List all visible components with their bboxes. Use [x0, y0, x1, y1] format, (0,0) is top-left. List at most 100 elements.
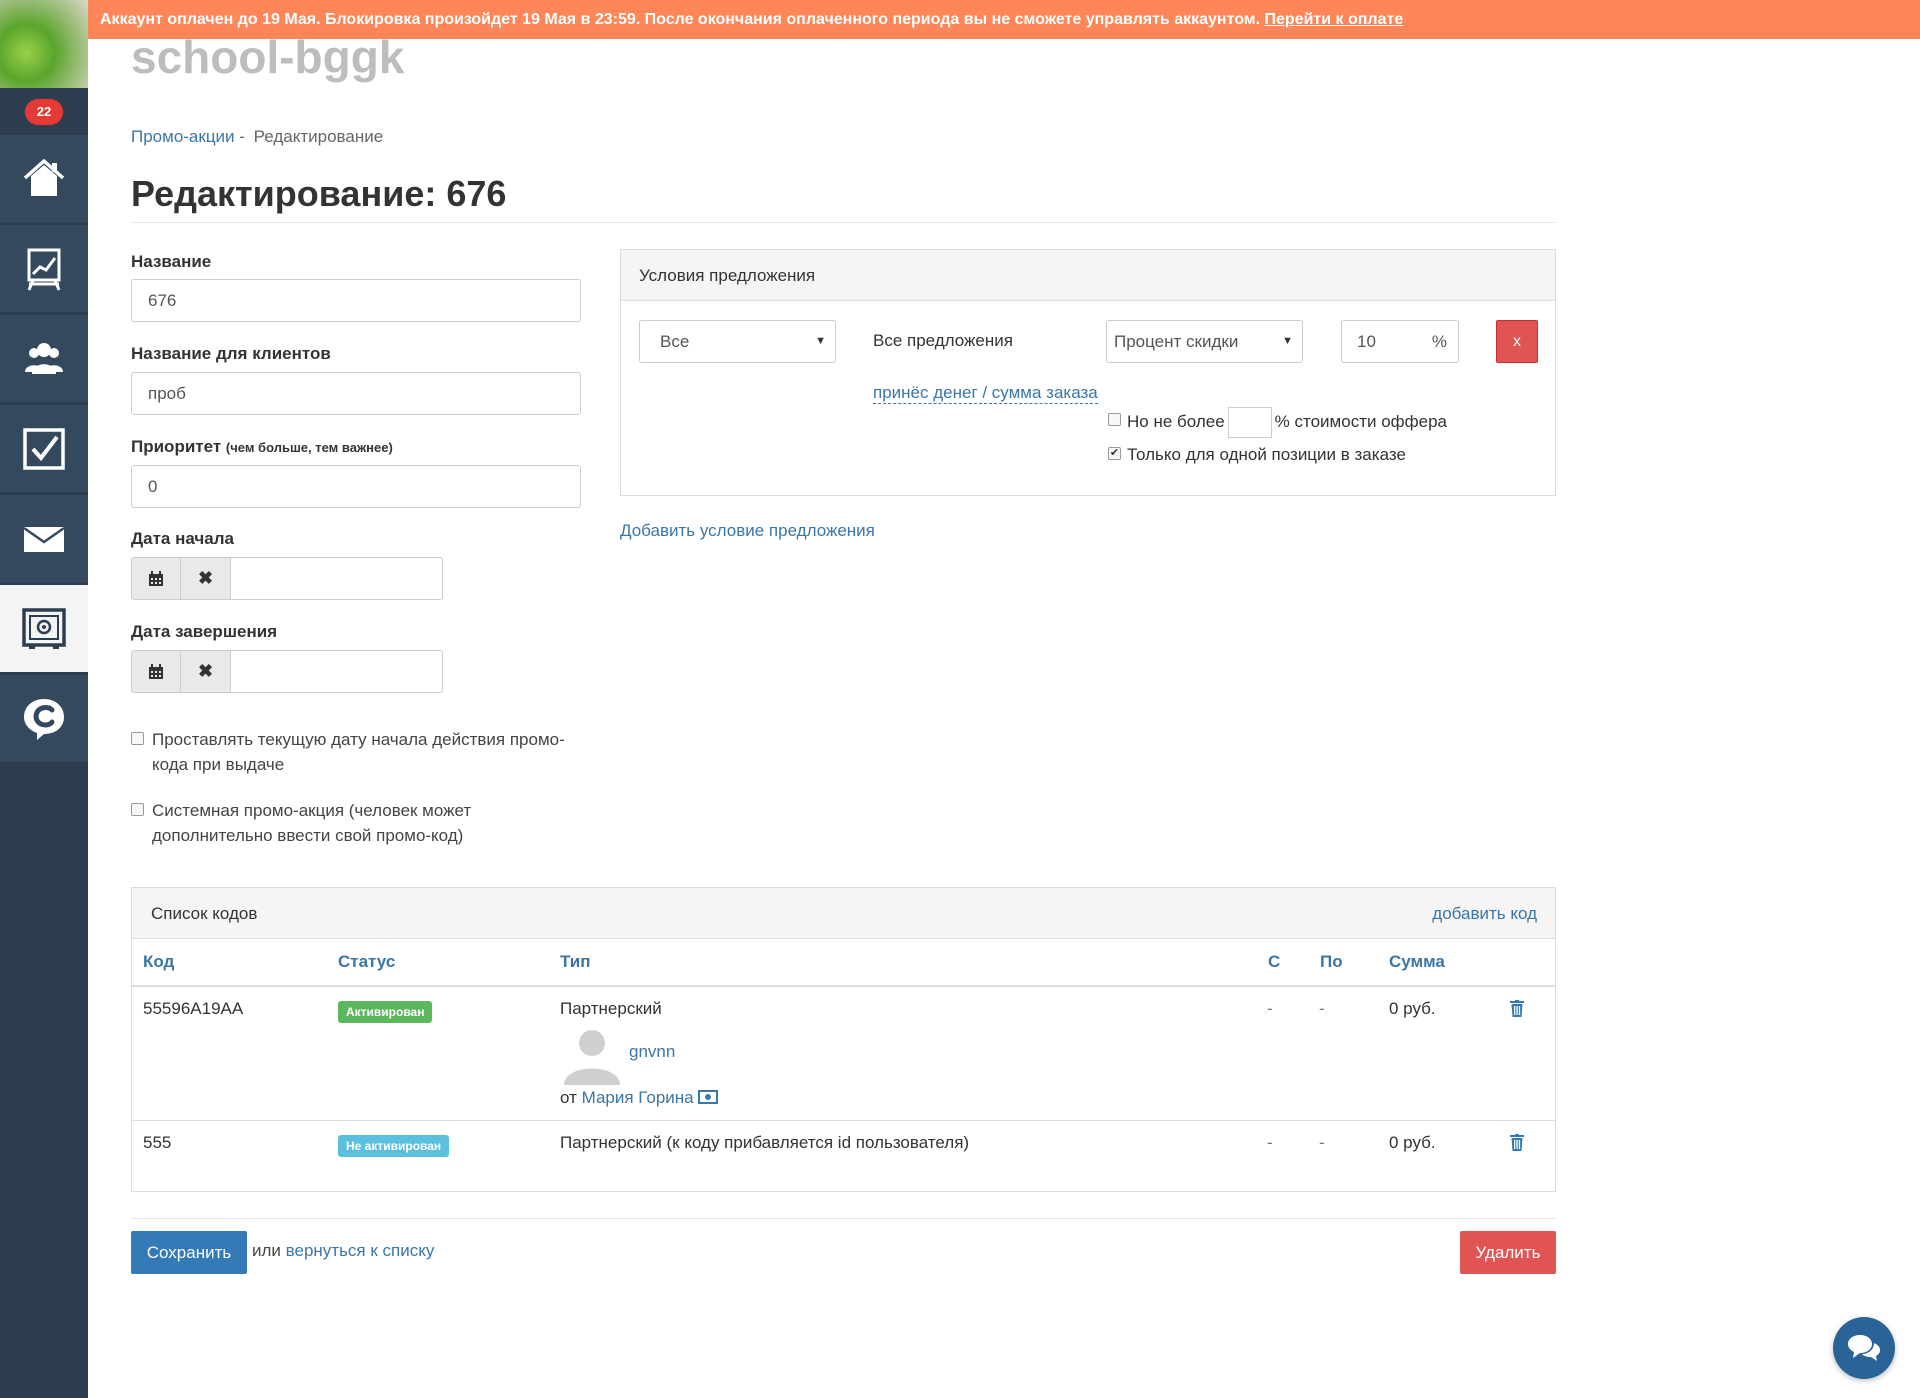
end-date-group: ✖ — [131, 650, 443, 693]
calendar-icon — [149, 570, 163, 586]
start-clear-button[interactable]: ✖ — [181, 557, 231, 600]
single-position-label: Только для одной позиции в заказе — [1127, 445, 1406, 464]
end-clear-button[interactable]: ✖ — [181, 650, 231, 693]
checkbox-icon — [23, 427, 65, 470]
sidebar-item-home[interactable] — [0, 135, 88, 223]
add-condition-link[interactable]: Добавить условие предложения — [620, 521, 875, 541]
scope-select-value: Все — [660, 332, 690, 351]
row-divider — [132, 1120, 1555, 1121]
priority-input[interactable]: 0 — [131, 465, 581, 508]
column-code[interactable]: Код — [143, 952, 174, 972]
limit-input[interactable] — [1227, 407, 1272, 439]
priority-label: Приоритет (чем больше, тем важнее) — [131, 437, 393, 457]
breadcrumb-promo-link[interactable]: Промо-акции — [131, 127, 235, 146]
banner-pay-link[interactable]: Перейти к оплате — [1265, 11, 1404, 28]
single-position-checkbox[interactable]: ✔ — [1108, 447, 1121, 460]
delete-button[interactable]: Удалить — [1460, 1231, 1556, 1274]
app-title: school-bggk — [131, 31, 405, 83]
sidebar-item-tasks[interactable] — [0, 405, 88, 493]
start-calendar-button[interactable] — [131, 557, 181, 600]
column-status[interactable]: Статус — [338, 952, 395, 972]
divider — [131, 1218, 1556, 1219]
row2-type: Партнерский (к коду прибавляется id поль… — [560, 1133, 970, 1152]
row1-from: - — [1267, 999, 1273, 1018]
money-sum-link[interactable]: принёс денег / сумма заказа — [873, 383, 1098, 404]
mail-icon — [23, 526, 65, 552]
start-date-input[interactable] — [231, 557, 443, 600]
end-date-label: Дата завершения — [131, 622, 278, 641]
codes-title: Список кодов — [151, 904, 258, 923]
trash-icon[interactable] — [1510, 1134, 1524, 1151]
client-name-input[interactable]: проб — [131, 372, 581, 415]
name-input[interactable]: 676 — [131, 279, 581, 322]
users-icon — [25, 342, 63, 374]
end-calendar-button[interactable] — [131, 650, 181, 693]
sidebar-item-reports[interactable] — [0, 225, 88, 313]
breadcrumb-separator: - — [234, 127, 250, 146]
safe-icon — [22, 607, 66, 649]
row2-code: 555 — [143, 1133, 172, 1152]
checkbox-box[interactable] — [131, 803, 144, 816]
row2-from: - — [1267, 1133, 1273, 1152]
priority-hint: (чем больше, тем важнее) — [225, 440, 393, 455]
notification-badge[interactable]: 22 — [25, 99, 63, 125]
from-user-link[interactable]: Мария Горина — [582, 1088, 694, 1107]
save-button[interactable]: Сохранить — [131, 1231, 247, 1274]
close-icon: ✖ — [197, 568, 214, 588]
column-type[interactable]: Тип — [560, 952, 590, 972]
client-name-label: Название для клиентов — [131, 344, 331, 363]
money-icon — [698, 1090, 719, 1104]
discount-value-input[interactable]: 10 % — [1341, 320, 1459, 363]
start-date-label: Дата начала — [131, 529, 234, 548]
row1-sum: 0 руб. — [1389, 999, 1436, 1018]
scope-select[interactable]: Все ▼ — [639, 320, 836, 363]
breadcrumb: Промо-акции - Редактирование — [131, 127, 383, 147]
status-badge: Не активирован — [338, 1135, 450, 1157]
page-title: Редактирование: 676 — [131, 173, 507, 214]
sidebar-item-sales[interactable] — [0, 585, 88, 673]
system-promo-checkbox[interactable]: Системная промо-акция (человек может доп… — [131, 798, 581, 848]
limit-prefix: Но не более — [1127, 412, 1225, 431]
status-badge: Активирован — [338, 1001, 433, 1023]
add-code-link[interactable]: добавить код — [1432, 888, 1537, 939]
sidebar-item-mail[interactable] — [0, 495, 88, 583]
auto-start-date-checkbox[interactable]: Проставлять текущую дату начала действия… — [131, 727, 581, 777]
partner-link[interactable]: gnvnn — [629, 1042, 675, 1062]
priority-label-text: Приоритет — [131, 437, 222, 456]
account-logo[interactable] — [0, 0, 88, 88]
sidebar-item-chat[interactable] — [0, 675, 88, 763]
or-text: или — [252, 1241, 281, 1260]
banner-text: Аккаунт оплачен до 19 Мая. Блокировка пр… — [100, 11, 1265, 28]
sidebar-item-users[interactable] — [0, 315, 88, 403]
row1-code: 55596A19AA — [143, 999, 244, 1018]
codes-header: Список кодов добавить код — [132, 888, 1555, 939]
header-divider — [132, 985, 1555, 987]
remove-condition-button[interactable]: x — [1496, 320, 1538, 363]
row1-type: Партнерский — [560, 999, 662, 1018]
discount-type-value: Процент скидки — [1114, 332, 1239, 351]
chat-bubbles-icon — [1848, 1335, 1880, 1361]
chart-board-icon — [27, 248, 61, 291]
calendar-icon — [149, 663, 163, 679]
column-to[interactable]: По — [1320, 952, 1343, 972]
column-from[interactable]: С — [1268, 952, 1280, 972]
conditions-title: Условия предложения — [621, 250, 1555, 301]
row1-from-row: от Мария Горина — [560, 1088, 719, 1108]
from-prefix: от — [560, 1088, 577, 1107]
checkbox-box[interactable] — [131, 732, 144, 745]
column-sum[interactable]: Сумма — [1389, 952, 1445, 972]
trash-icon[interactable] — [1510, 1000, 1524, 1017]
end-date-input[interactable] — [231, 650, 443, 693]
discount-type-select[interactable]: Процент скидки ▼ — [1106, 320, 1303, 363]
divider — [131, 222, 1556, 223]
percent-unit: % — [1431, 332, 1447, 351]
sidebar: 22 — [0, 0, 88, 1398]
caret-down-icon: ▼ — [815, 335, 826, 347]
chat-widget-button[interactable] — [1833, 1317, 1895, 1379]
row1-to: - — [1319, 999, 1325, 1018]
limit-checkbox[interactable] — [1108, 413, 1121, 426]
conditions-panel: Условия предложения Все ▼ Все предложени… — [620, 249, 1556, 496]
back-row: или вернуться к списку — [252, 1241, 434, 1261]
back-to-list-link[interactable]: вернуться к списку — [286, 1241, 435, 1260]
caret-down-icon: ▼ — [1282, 335, 1293, 347]
